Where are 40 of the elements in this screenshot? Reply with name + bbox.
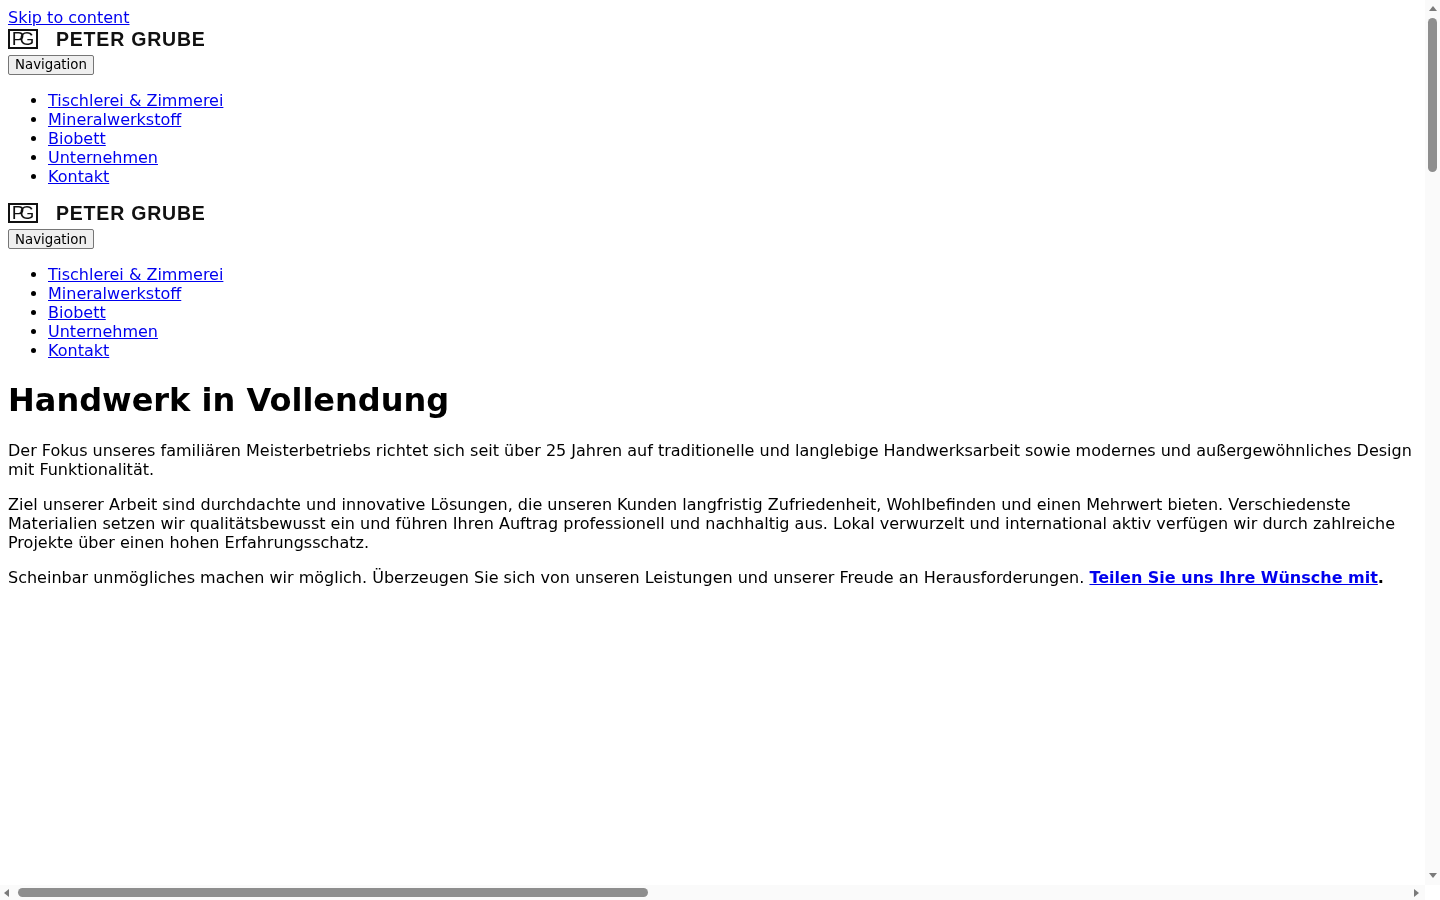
nav-link[interactable]: Mineralwerkstoff bbox=[48, 109, 182, 129]
vertical-scrollbar[interactable] bbox=[1425, 0, 1440, 885]
horizontal-scrollbar[interactable] bbox=[0, 885, 1425, 900]
logo-wordmark[interactable]: PETER GRUBE bbox=[56, 28, 206, 49]
bullet-icon bbox=[31, 173, 36, 179]
nav-link[interactable]: Biobett bbox=[48, 128, 106, 148]
logo-mark[interactable]: PG bbox=[8, 28, 38, 49]
logo-wordmark[interactable]: PETER GRUBE bbox=[56, 203, 206, 223]
bullet-icon bbox=[31, 310, 36, 315]
nav-link[interactable]: Unternehmen bbox=[48, 322, 158, 341]
nav-link[interactable]: Mineralwerkstoff bbox=[48, 284, 182, 303]
scrollbar-thumb[interactable] bbox=[1428, 18, 1437, 172]
bullet-icon bbox=[31, 97, 36, 103]
nav-link[interactable]: Tischlerei & Zimmerei bbox=[48, 90, 224, 110]
scroll-up-arrow-icon[interactable] bbox=[1428, 6, 1437, 11]
scroll-left-arrow-icon[interactable] bbox=[4, 888, 9, 897]
paragraph: Scheinbar unmögliches machen wir möglich. Überzeugen Sie sich von unseren Leistungen und unserer Freude an Herausforderungen. Teilen Sie uns Ihre Wünsche mit. bbox=[8, 567, 1385, 587]
paragraph: Ziel unserer Arbeit sind durchdachte und innovative Lösungen, die unseren Kunden langfristig Zufriedenheit, Wohlbefinden und einen Mehrwert bieten. Verschiedenste Materialien setzen wir qualitätsbewusst ein und führen Ihren Auftrag professionell und nachhaltig aus. Lokal verwurzelt und international aktiv verfügen wir durch zahlreiche Projekte über einen hohen Erfahrungsschatz. bbox=[8, 494, 1397, 552]
scrollbar-thumb[interactable] bbox=[18, 888, 648, 897]
navigation-button[interactable]: Navigation bbox=[8, 54, 94, 75]
bullet-icon bbox=[31, 272, 36, 277]
scroll-right-arrow-icon[interactable] bbox=[1414, 888, 1419, 897]
bullet-icon bbox=[31, 154, 36, 160]
paragraph: Der Fokus unseres familiären Meisterbetriebs richtet sich seit über 25 Jahren auf traditionelle und langlebige Handwerksarbeit sowie modernes und außergewöhnliches Design mit Funktionalität. bbox=[8, 440, 1413, 479]
navigation-button[interactable]: Navigation bbox=[8, 229, 94, 249]
logo-mark[interactable]: PG bbox=[8, 203, 38, 223]
bullet-icon bbox=[31, 116, 36, 122]
scroll-down-arrow-icon[interactable] bbox=[1428, 873, 1437, 878]
contact-link[interactable]: Teilen Sie uns Ihre Wünsche mit bbox=[1089, 567, 1378, 587]
bullet-icon bbox=[31, 135, 36, 141]
nav-link[interactable]: Unternehmen bbox=[48, 147, 158, 167]
nav-link[interactable]: Kontakt bbox=[48, 341, 110, 360]
bullet-icon bbox=[31, 348, 36, 353]
bullet-icon bbox=[31, 329, 36, 334]
bullet-icon bbox=[31, 291, 36, 296]
skip-link[interactable]: Skip to content bbox=[8, 8, 130, 27]
nav-link[interactable]: Tischlerei & Zimmerei bbox=[48, 265, 224, 284]
nav-link[interactable]: Biobett bbox=[48, 303, 106, 322]
nav-link[interactable]: Kontakt bbox=[48, 166, 110, 186]
page-heading: Handwerk in Vollendung bbox=[8, 381, 451, 420]
